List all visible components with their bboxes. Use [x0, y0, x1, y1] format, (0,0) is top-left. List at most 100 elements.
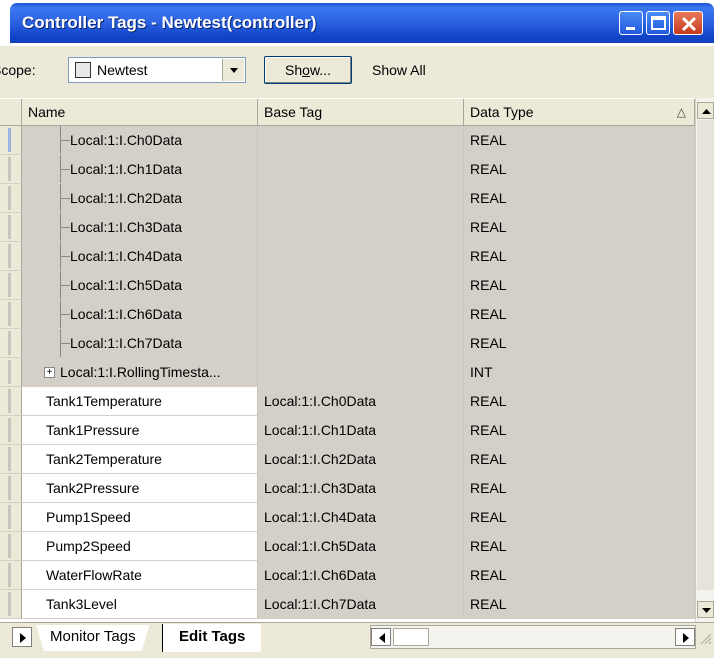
row-header[interactable]: [0, 590, 22, 619]
table-row[interactable]: Local:1:I.Ch5Data REAL: [0, 271, 695, 300]
table-row[interactable]: Local:1:I.Ch1Data REAL: [0, 155, 695, 184]
tab-edit-tags[interactable]: Edit Tags: [162, 624, 262, 652]
cell-type[interactable]: REAL: [464, 416, 695, 445]
cell-name[interactable]: Tank2Temperature: [22, 445, 258, 474]
scroll-thumb[interactable]: [697, 120, 714, 590]
cell-base[interactable]: [258, 329, 464, 358]
cell-type[interactable]: REAL: [464, 213, 695, 242]
table-row[interactable]: + Local:1:I.RollingTimesta... INT: [0, 358, 695, 387]
cell-type[interactable]: REAL: [464, 561, 695, 590]
cell-base[interactable]: Local:1:I.Ch5Data: [258, 532, 464, 561]
cell-base[interactable]: Local:1:I.Ch1Data: [258, 416, 464, 445]
cell-type[interactable]: REAL: [464, 271, 695, 300]
scroll-up-button[interactable]: [697, 102, 714, 119]
cell-name[interactable]: Local:1:I.Ch7Data: [22, 329, 258, 358]
cell-type[interactable]: INT: [464, 358, 695, 387]
scroll-left-button[interactable]: [371, 628, 391, 646]
table-row[interactable]: Pump1Speed Local:1:I.Ch4Data REAL: [0, 503, 695, 532]
cell-type[interactable]: REAL: [464, 503, 695, 532]
column-header-data-type[interactable]: Data Type △: [464, 99, 695, 126]
row-header[interactable]: [0, 561, 22, 590]
table-row[interactable]: Local:1:I.Ch7Data REAL: [0, 329, 695, 358]
tab-scroll-button[interactable]: [12, 627, 32, 647]
cell-base[interactable]: [258, 271, 464, 300]
cell-name[interactable]: Local:1:I.Ch6Data: [22, 300, 258, 329]
horizontal-scroll-thumb[interactable]: [393, 628, 429, 646]
row-header[interactable]: [0, 155, 22, 184]
close-button[interactable]: [673, 11, 703, 35]
scroll-down-button[interactable]: [697, 601, 714, 618]
column-header-base-tag[interactable]: Base Tag: [258, 99, 464, 126]
row-header[interactable]: [0, 329, 22, 358]
cell-type[interactable]: REAL: [464, 126, 695, 155]
cell-base[interactable]: Local:1:I.Ch6Data: [258, 561, 464, 590]
cell-type[interactable]: REAL: [464, 532, 695, 561]
cell-base[interactable]: [258, 213, 464, 242]
cell-type[interactable]: REAL: [464, 184, 695, 213]
cell-base[interactable]: Local:1:I.Ch7Data: [258, 590, 464, 619]
cell-name[interactable]: + Local:1:I.RollingTimesta...: [22, 358, 258, 387]
table-row[interactable]: WaterFlowRate Local:1:I.Ch6Data REAL: [0, 561, 695, 590]
row-header[interactable]: [0, 532, 22, 561]
row-header[interactable]: [0, 184, 22, 213]
row-header[interactable]: [0, 445, 22, 474]
cell-name[interactable]: Local:1:I.Ch2Data: [22, 184, 258, 213]
cell-base[interactable]: [258, 184, 464, 213]
table-row[interactable]: Tank1Temperature Local:1:I.Ch0Data REAL: [0, 387, 695, 416]
cell-name[interactable]: Local:1:I.Ch3Data: [22, 213, 258, 242]
cell-base[interactable]: [258, 358, 464, 387]
cell-name[interactable]: Tank3Level: [22, 590, 258, 619]
scroll-right-button[interactable]: [675, 628, 695, 646]
cell-base[interactable]: Local:1:I.Ch4Data: [258, 503, 464, 532]
cell-name[interactable]: Tank1Temperature: [22, 387, 258, 416]
expand-icon[interactable]: +: [44, 367, 55, 378]
table-row[interactable]: Local:1:I.Ch2Data REAL: [0, 184, 695, 213]
cell-name[interactable]: Pump2Speed: [22, 532, 258, 561]
resize-grip-icon[interactable]: [698, 631, 712, 645]
cell-name[interactable]: Pump1Speed: [22, 503, 258, 532]
row-header[interactable]: [0, 358, 22, 387]
table-row[interactable]: Local:1:I.Ch3Data REAL: [0, 213, 695, 242]
horizontal-scrollbar[interactable]: [370, 625, 696, 649]
row-header[interactable]: [0, 126, 22, 155]
row-header[interactable]: [0, 503, 22, 532]
row-header[interactable]: [0, 416, 22, 445]
cell-type[interactable]: REAL: [464, 474, 695, 503]
scope-select[interactable]: Newtest: [68, 57, 246, 83]
row-header[interactable]: [0, 271, 22, 300]
cell-name[interactable]: Local:1:I.Ch1Data: [22, 155, 258, 184]
row-header[interactable]: [0, 242, 22, 271]
cell-type[interactable]: REAL: [464, 155, 695, 184]
cell-name[interactable]: Tank2Pressure: [22, 474, 258, 503]
cell-base[interactable]: Local:1:I.Ch2Data: [258, 445, 464, 474]
table-row[interactable]: Tank2Temperature Local:1:I.Ch2Data REAL: [0, 445, 695, 474]
cell-base[interactable]: [258, 242, 464, 271]
row-header[interactable]: [0, 474, 22, 503]
row-header[interactable]: [0, 300, 22, 329]
table-row[interactable]: Tank3Level Local:1:I.Ch7Data REAL: [0, 590, 695, 619]
column-header-name[interactable]: Name: [22, 99, 258, 126]
cell-base[interactable]: Local:1:I.Ch3Data: [258, 474, 464, 503]
vertical-scrollbar[interactable]: [695, 98, 714, 622]
cell-base[interactable]: [258, 300, 464, 329]
cell-name[interactable]: Local:1:I.Ch5Data: [22, 271, 258, 300]
cell-type[interactable]: REAL: [464, 242, 695, 271]
table-row[interactable]: Local:1:I.Ch6Data REAL: [0, 300, 695, 329]
cell-name[interactable]: Local:1:I.Ch0Data: [22, 126, 258, 155]
row-header[interactable]: [0, 213, 22, 242]
table-row[interactable]: Tank1Pressure Local:1:I.Ch1Data REAL: [0, 416, 695, 445]
table-row[interactable]: Local:1:I.Ch0Data REAL: [0, 126, 695, 155]
row-header[interactable]: [0, 387, 22, 416]
cell-type[interactable]: REAL: [464, 300, 695, 329]
maximize-button[interactable]: [646, 11, 670, 35]
cell-base[interactable]: [258, 155, 464, 184]
cell-type[interactable]: REAL: [464, 329, 695, 358]
cell-base[interactable]: Local:1:I.Ch0Data: [258, 387, 464, 416]
tab-monitor-tags[interactable]: Monitor Tags: [36, 625, 150, 651]
table-row[interactable]: Local:1:I.Ch4Data REAL: [0, 242, 695, 271]
cell-type[interactable]: REAL: [464, 590, 695, 619]
chevron-down-icon[interactable]: [222, 59, 244, 81]
table-row[interactable]: Pump2Speed Local:1:I.Ch5Data REAL: [0, 532, 695, 561]
cell-name[interactable]: Tank1Pressure: [22, 416, 258, 445]
cell-name[interactable]: WaterFlowRate: [22, 561, 258, 590]
